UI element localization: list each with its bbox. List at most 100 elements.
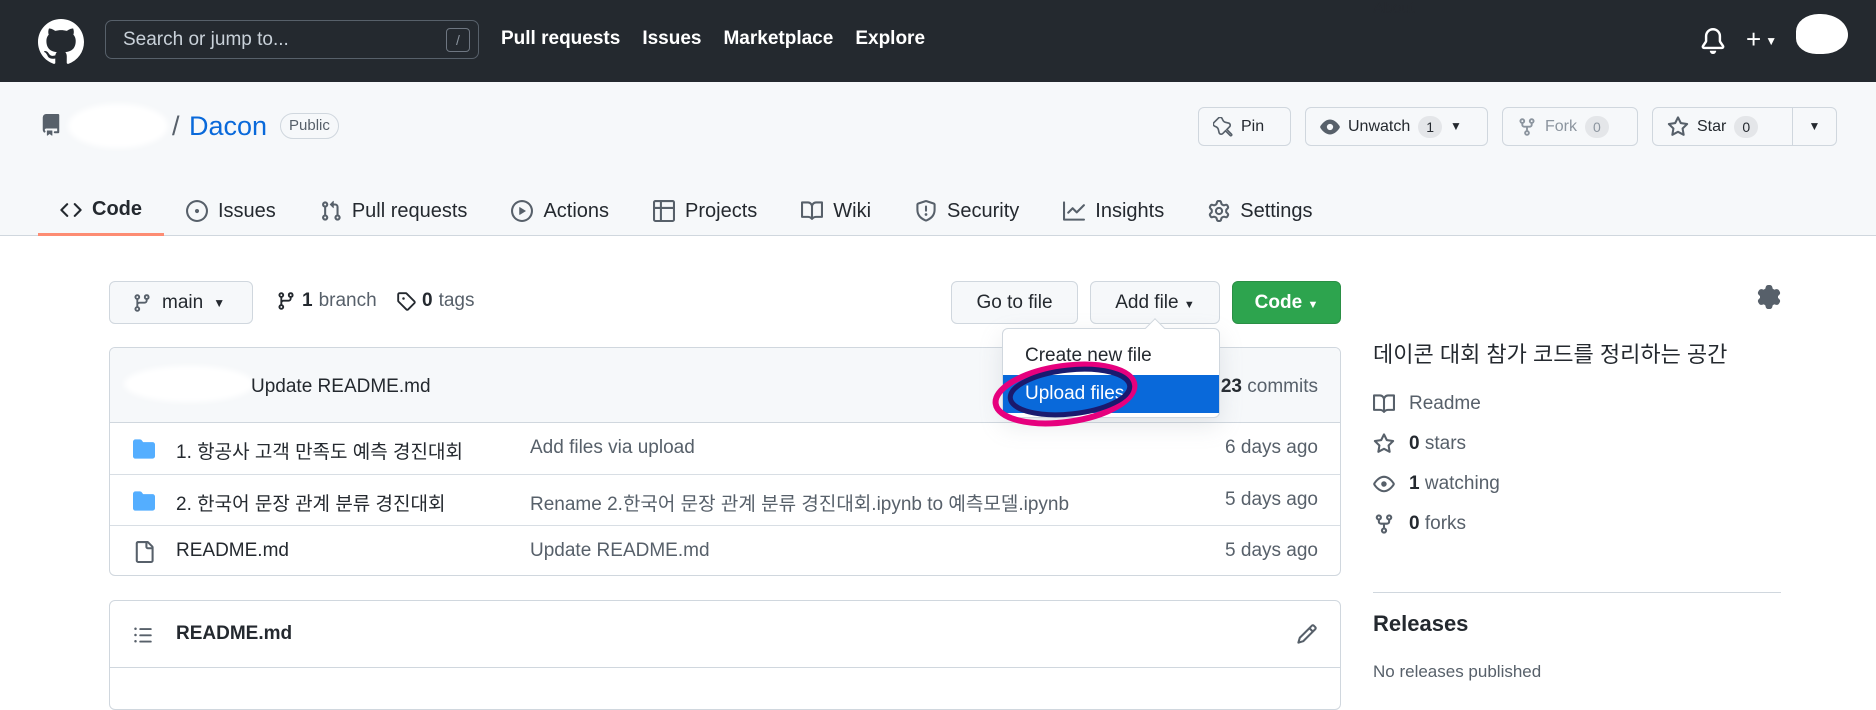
watching-count: 1 [1409,473,1420,494]
stars-link[interactable]: 0 stars [1373,433,1466,455]
readme-label: Readme [1409,393,1481,414]
branch-select-button[interactable]: main ▼ [109,281,253,324]
about-title: About [1373,0,1415,17]
readme-header: README.md [110,601,1340,668]
tab-label: Projects [685,199,758,222]
code-button[interactable]: Code ▼ [1232,281,1341,324]
caret-down-icon: ▼ [1808,119,1821,133]
tab-code[interactable]: Code [38,186,164,236]
file-name-link[interactable]: README.md [176,540,289,562]
top-nav: Pull requests Issues Marketplace Explore [501,28,925,50]
forks-label: forks [1424,513,1467,534]
nav-issues[interactable]: Issues [642,28,701,50]
file-commit-message[interactable]: Rename 2.한국어 문장 관계 분류 경진대회.ipynb to 예측모델… [530,489,1069,516]
github-logo-icon[interactable] [38,19,84,65]
repo-owner-redacted[interactable] [68,104,168,148]
fork-icon [1375,514,1393,534]
caret-down-icon: ▼ [1307,299,1319,311]
commit-history-link[interactable]: 23 commits [1221,376,1318,398]
go-to-file-button[interactable]: Go to file [951,281,1078,324]
tab-insights[interactable]: Insights [1041,186,1186,236]
folder-icon [133,439,155,459]
pin-label: Pin [1241,118,1265,135]
tab-projects[interactable]: Projects [631,186,779,236]
visibility-badge: Public [280,113,339,139]
star-button[interactable]: Star 0 [1652,107,1794,146]
readme-link[interactable]: Readme [1373,393,1481,415]
table-icon [653,200,676,222]
readme-panel: README.md [109,600,1341,710]
create-new-menu[interactable]: + ▼ [1746,26,1777,54]
stars-label: stars [1424,433,1467,454]
add-file-label: Add file [1115,292,1179,313]
gear-icon[interactable] [1757,285,1781,309]
tab-issues[interactable]: Issues [164,186,298,236]
tag-count: 0 [422,290,433,311]
tab-label: Settings [1240,199,1313,222]
watching-link[interactable]: 1 watching [1373,473,1500,495]
tab-wiki[interactable]: Wiki [779,186,893,236]
folder-icon [133,491,155,511]
repo-name-link[interactable]: Dacon [189,111,267,142]
plus-icon: + [1746,24,1762,54]
search-input[interactable]: Search or jump to... / [105,20,479,59]
nav-pull-requests[interactable]: Pull requests [501,28,620,50]
forks-link[interactable]: 0 forks [1373,513,1466,535]
commit-count-label: commits [1247,376,1318,397]
nav-explore[interactable]: Explore [855,28,925,50]
eye-icon [1373,475,1395,493]
unwatch-label: Unwatch [1348,118,1411,135]
search-placeholder: Search or jump to... [123,29,289,50]
branch-label: branch [318,290,377,311]
file-commit-message[interactable]: Add files via upload [530,437,695,459]
file-name-link[interactable]: 2. 한국어 문장 관계 분류 경진대회 [176,489,445,516]
commit-author-redacted[interactable] [124,366,254,402]
menu-item-upload-files[interactable]: Upload files [1003,375,1219,413]
tab-actions[interactable]: Actions [489,186,631,236]
nav-marketplace[interactable]: Marketplace [723,28,833,50]
fork-button[interactable]: Fork 0 [1502,107,1638,146]
play-circle-icon [511,200,534,222]
star-label: Star [1697,118,1727,135]
tab-label: Issues [218,199,276,222]
list-unordered-icon[interactable] [132,625,154,645]
readme-title[interactable]: README.md [176,623,292,645]
star-icon [1373,433,1395,453]
book-icon [801,201,824,220]
tab-label: Insights [1095,199,1165,222]
tab-label: Pull requests [351,199,468,222]
tab-settings[interactable]: Settings [1186,186,1334,236]
graph-icon [1063,201,1086,221]
pin-icon [1213,116,1233,137]
star-list-dropdown[interactable]: ▼ [1792,107,1837,146]
caret-down-icon: ▼ [213,295,226,310]
file-age: 5 days ago [1225,540,1318,561]
unwatch-button[interactable]: Unwatch 1 ▼ [1305,107,1488,146]
tags-link[interactable]: 0 tags [396,290,475,312]
git-branch-icon [278,292,294,310]
avatar[interactable] [1796,14,1848,54]
tab-pull-requests[interactable]: Pull requests [298,186,490,236]
tab-label: Code [92,198,142,220]
table-row: 2. 한국어 문장 관계 분류 경진대회 Rename 2.한국어 문장 관계 … [110,474,1340,525]
tab-security[interactable]: Security [893,186,1041,236]
pin-button[interactable]: Pin [1198,107,1291,146]
sidebar-divider [1373,592,1781,593]
pull-request-icon [321,200,341,221]
branches-link[interactable]: 1 branch [276,290,377,312]
menu-item-create-new-file[interactable]: Create new file [1003,337,1219,375]
star-count: 0 [1734,115,1759,138]
search-shortcut-key: / [446,28,470,52]
releases-title[interactable]: Releases [1373,611,1468,637]
global-header: Search or jump to... / Pull requests Iss… [0,0,1876,82]
code-button-label: Code [1254,292,1303,313]
file-name-link[interactable]: 1. 항공사 고객 만족도 예측 경진대회 [176,437,463,464]
file-commit-message[interactable]: Update README.md [530,540,710,562]
table-row: README.md Update README.md 5 days ago [110,525,1340,575]
add-file-menu: Create new file Upload files [1002,318,1220,418]
eye-icon [1320,119,1340,134]
forks-count: 0 [1409,513,1420,534]
pencil-icon[interactable] [1296,623,1318,645]
latest-commit-message[interactable]: Update README.md [251,376,431,398]
bell-icon[interactable] [1700,28,1726,54]
